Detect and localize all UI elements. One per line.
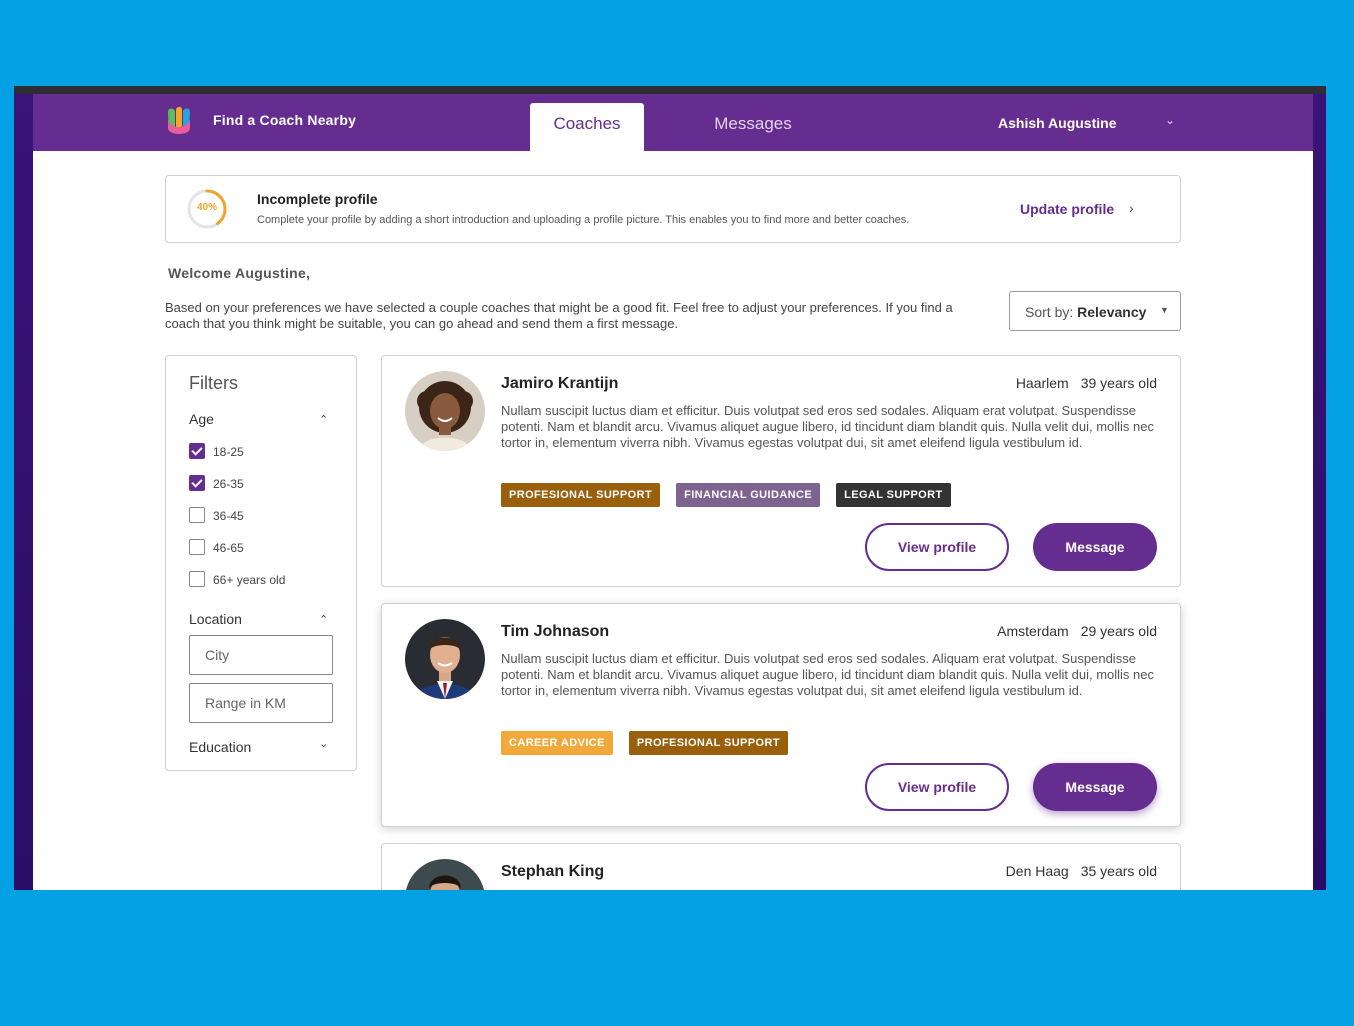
- coach-avatar: [405, 371, 485, 451]
- coach-meta: Amsterdam 29 years old: [997, 623, 1157, 639]
- coach-description: Nullam suscipit luctus diam et efficitur…: [501, 651, 1155, 698]
- coach-city: Amsterdam: [997, 623, 1069, 639]
- tab-messages[interactable]: Messages: [693, 103, 813, 151]
- checkbox-age-66-plus[interactable]: [189, 571, 205, 587]
- coach-meta: Den Haag 35 years old: [1006, 863, 1157, 879]
- user-menu[interactable]: Ashish Augustine: [998, 115, 1117, 131]
- coach-age: 39 years old: [1080, 375, 1157, 391]
- top-nav: Find a Coach Nearby Coaches Messages Ash…: [33, 94, 1313, 151]
- chevron-down-icon[interactable]: ⌄: [319, 737, 328, 750]
- coach-age: 35 years old: [1080, 863, 1157, 879]
- welcome-heading: Welcome Augustine,: [168, 265, 311, 281]
- tag-badge: LEGAL SUPPORT: [836, 483, 951, 507]
- filters-panel: Filters Age ⌃ 18-25 26-35 36-45 46-65 66…: [165, 355, 357, 771]
- tab-coaches[interactable]: Coaches: [530, 103, 644, 151]
- checkbox-label: 26-35: [213, 477, 244, 491]
- incomplete-profile-notice: 40% Incomplete profile Complete your pro…: [165, 175, 1181, 243]
- coach-city: Haarlem: [1015, 375, 1069, 391]
- coach-meta: Haarlem 39 years old: [1016, 375, 1157, 391]
- coach-description: Nullam suscipit luctus diam et efficitur…: [501, 403, 1155, 450]
- chevron-right-icon[interactable]: ›: [1129, 200, 1134, 216]
- range-input[interactable]: [189, 683, 333, 723]
- progress-percent: 40%: [196, 202, 217, 213]
- coach-age: 29 years old: [1080, 623, 1157, 639]
- filters-title: Filters: [189, 373, 238, 393]
- coach-name: Jamiro Krantijn: [501, 375, 619, 392]
- coach-avatar: [405, 619, 485, 699]
- tag-badge: FINANCIAL GUIDANCE: [676, 483, 821, 507]
- coach-name: Stephan King: [501, 863, 605, 880]
- sort-prefix: Sort by:: [1025, 304, 1074, 320]
- chevron-up-icon[interactable]: ⌃: [319, 413, 328, 426]
- city-input[interactable]: [189, 635, 333, 675]
- checkbox-age-46-65[interactable]: [189, 539, 205, 555]
- app-content: Find a Coach Nearby Coaches Messages Ash…: [33, 94, 1313, 890]
- checkbox-age-26-35[interactable]: [189, 475, 205, 491]
- tag-badge: CAREER ADVICE: [501, 731, 613, 755]
- filter-location-header[interactable]: Location: [189, 611, 242, 627]
- coach-card: Tim Johnason Amsterdam 29 years old Nulla…: [381, 603, 1181, 827]
- checkbox-label: 66+ years old: [213, 573, 286, 587]
- tag-badge: PROFESIONAL SUPPORT: [501, 483, 661, 507]
- coach-tags: CAREER ADVICE PROFESIONAL SUPPORT: [501, 731, 788, 755]
- checkbox-label: 46-65: [213, 541, 244, 555]
- message-button[interactable]: Message: [1033, 763, 1157, 811]
- app-title: Find a Coach Nearby: [213, 112, 357, 128]
- intro-text: Based on your preferences we have select…: [165, 300, 953, 331]
- coach-card: Jamiro Krantijn Haarlem 39 years old Null…: [381, 355, 1181, 587]
- checkbox-label: 18-25: [213, 445, 244, 459]
- coach-name: Tim Johnason: [501, 623, 610, 640]
- sort-select[interactable]: Sort by: Relevancy ▼: [1009, 291, 1181, 331]
- coach-city: Den Haag: [1005, 863, 1069, 879]
- checkbox-label: 36-45: [213, 509, 244, 523]
- coach-avatar: [405, 859, 485, 890]
- logo-icon: [168, 106, 190, 134]
- update-profile-link[interactable]: Update profile: [1020, 201, 1114, 217]
- chevron-down-icon[interactable]: ⌄: [1165, 113, 1175, 127]
- view-profile-button[interactable]: View profile: [865, 523, 1009, 571]
- view-profile-button[interactable]: View profile: [865, 763, 1009, 811]
- checkbox-age-36-45[interactable]: [189, 507, 205, 523]
- checkbox-age-18-25[interactable]: [189, 443, 205, 459]
- caret-down-icon: ▼: [1160, 305, 1169, 315]
- sort-label: Sort by: Relevancy: [1025, 304, 1146, 320]
- coach-card: Stephan King Den Haag 35 years old: [381, 843, 1181, 890]
- notice-description: Complete your profile by adding a short …: [257, 214, 910, 226]
- message-button[interactable]: Message: [1033, 523, 1157, 571]
- window-top-bar: [14, 86, 1326, 94]
- filter-age-header[interactable]: Age: [189, 411, 214, 427]
- chevron-up-icon[interactable]: ⌃: [319, 613, 328, 626]
- tag-badge: PROFESIONAL SUPPORT: [628, 731, 788, 755]
- coach-tags: PROFESIONAL SUPPORT FINANCIAL GUIDANCE L…: [501, 483, 951, 507]
- filter-education-header[interactable]: Education: [189, 739, 251, 755]
- app-window: Find a Coach Nearby Coaches Messages Ash…: [14, 86, 1326, 890]
- notice-title: Incomplete profile: [257, 191, 378, 207]
- sort-value: Relevancy: [1077, 304, 1147, 320]
